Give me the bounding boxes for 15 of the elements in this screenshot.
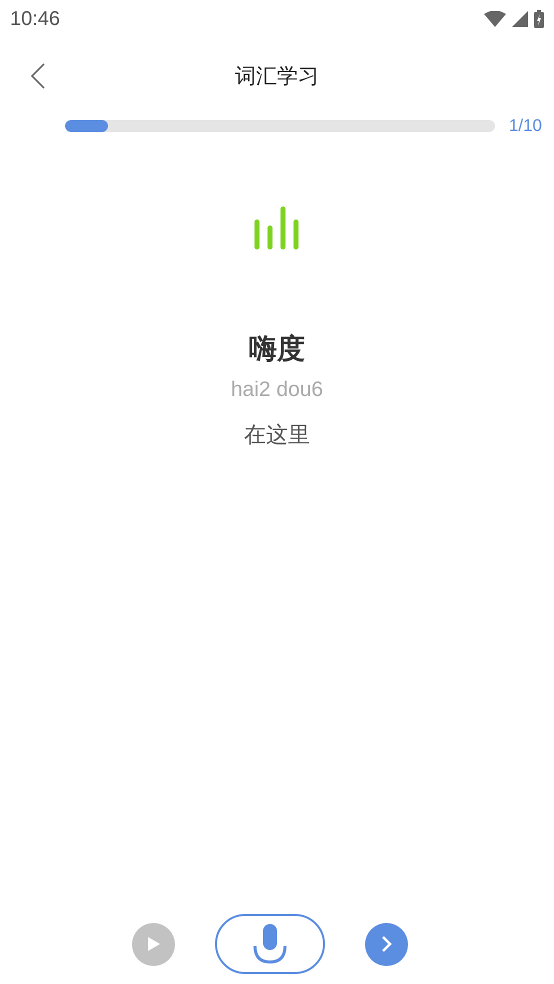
pronunciation-text: hai2 dou6 [230,378,324,402]
chevron-right-icon [380,935,394,953]
progress-count: 1/10 [508,116,542,136]
wifi-icon [484,11,506,27]
page-title: 词汇学习 [235,63,319,90]
status-time: 10:46 [10,8,60,30]
play-icon [146,936,160,952]
signal-icon [512,11,528,27]
meaning-text: 在这里 [244,422,310,450]
next-button[interactable] [365,922,408,966]
sound-wave-icon[interactable] [253,206,301,250]
word-text: 嗨度 [249,331,305,367]
back-icon[interactable] [31,63,45,89]
battery-icon [534,10,544,28]
microphone-icon [252,922,288,966]
